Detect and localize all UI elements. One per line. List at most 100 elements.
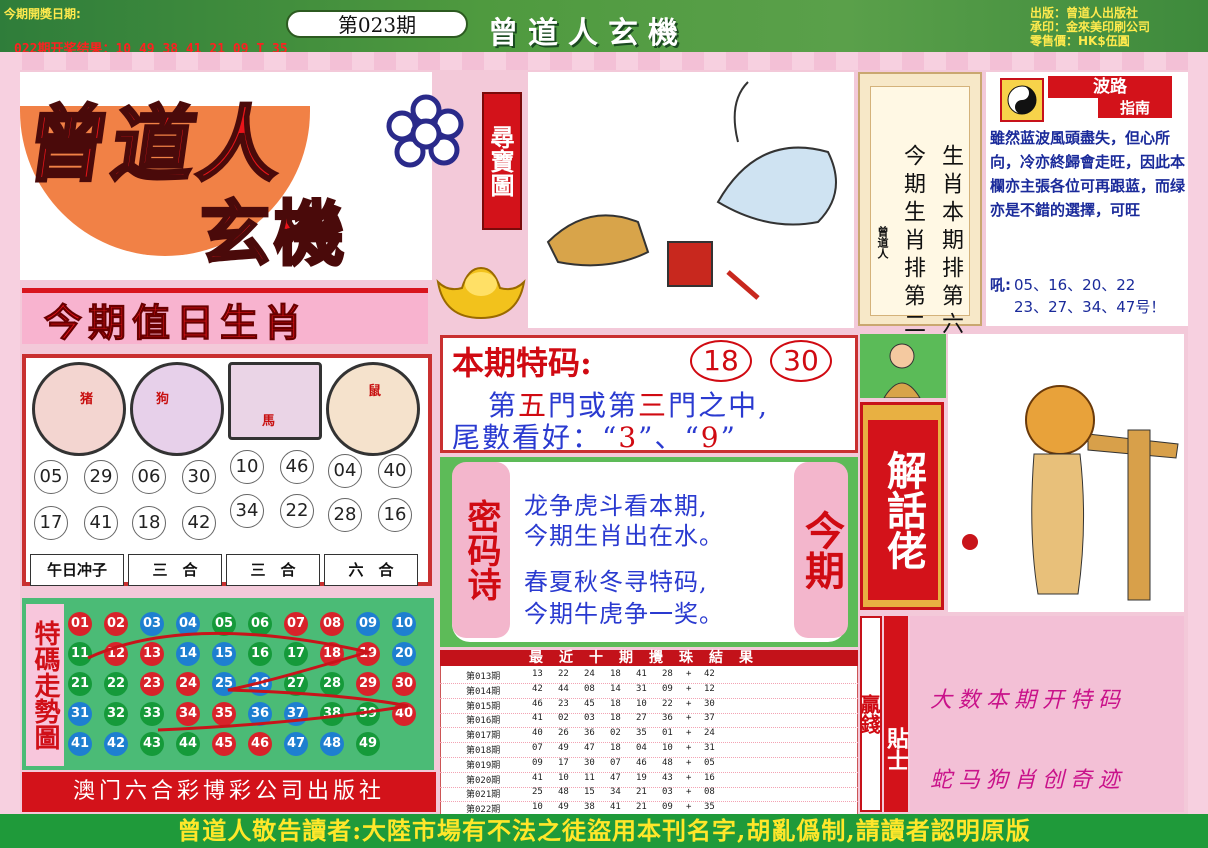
history-issue: 第015期	[466, 701, 501, 712]
zodiac-number: 30	[182, 460, 216, 494]
guide-numbers: 23、27、34、47号！	[1014, 298, 1166, 316]
zodiac-footer: 六 合	[324, 554, 418, 586]
history-value: 09	[532, 757, 543, 768]
history-value: +	[686, 772, 692, 783]
history-issue: 第021期	[466, 790, 501, 801]
issue-number: 第023期	[286, 10, 468, 38]
history-value: 14	[610, 683, 621, 694]
trend-ball: 35	[212, 702, 236, 726]
trend-ball: 38	[320, 702, 344, 726]
history-value: +	[686, 743, 692, 753]
history-value: 18	[610, 743, 621, 753]
pig-icon	[32, 362, 126, 456]
special-number: 30	[770, 340, 832, 382]
history-issue: 第016期	[466, 716, 501, 727]
guide-nums-prefix: 吼:	[990, 276, 1011, 294]
history-value: 07	[610, 757, 621, 768]
man-icon	[860, 334, 946, 399]
history-value: +	[686, 683, 692, 694]
history-value: 03	[662, 787, 673, 798]
zodiac-number: 46	[280, 450, 314, 484]
trend-ball: 07	[284, 612, 308, 636]
history-row: 第021期 25 48 15 34 21 03 +08	[440, 786, 858, 803]
history-value: 21	[636, 787, 647, 798]
special-code-title: 本期特码:	[452, 344, 592, 382]
zodiac-number: 29	[84, 460, 118, 494]
history-issue: 第013期	[466, 672, 501, 682]
trend-ball: 25	[212, 672, 236, 696]
history-value: 34	[610, 787, 621, 798]
hint-text: ”、“	[638, 421, 701, 454]
history-value: +	[686, 802, 692, 813]
history-value: 41	[636, 669, 647, 679]
trend-ball: 47	[284, 732, 308, 756]
zodiac-footer: 午日冲子	[30, 554, 124, 586]
poem-line: 今期牛虎争一奖。	[524, 600, 724, 628]
history-value: 05	[704, 757, 715, 768]
trend-ball: 43	[140, 732, 164, 756]
poem-line: 春夏秋冬寻特码,	[524, 568, 708, 596]
history-value: 17	[558, 757, 569, 768]
trend-ball: 40	[392, 702, 416, 726]
scroll-seal: 曾道人	[876, 226, 889, 259]
trend-ball: 29	[356, 672, 380, 696]
bottom-warning-banner: 曾道人敬告讀者:大陸市場有不法之徒盜用本刊名字,胡亂僞制,請讀者認明原版	[0, 814, 1208, 848]
trend-ball: 46	[248, 732, 272, 756]
trend-ball: 45	[212, 732, 236, 756]
trend-ball: 44	[176, 732, 200, 756]
history-value: 49	[558, 802, 569, 813]
guide-subtitle: 指南	[1098, 98, 1172, 118]
history-value: 02	[558, 713, 569, 724]
hint-highlight: 3	[618, 421, 639, 454]
history-value: 02	[610, 728, 621, 739]
history-value: 48	[662, 757, 673, 768]
trend-ball: 04	[176, 612, 200, 636]
history-value: 18	[610, 713, 621, 724]
hint-text: ”	[720, 421, 737, 454]
zodiac-animal: 猪	[80, 392, 94, 407]
history-value: +	[686, 757, 692, 768]
history-value: 10	[636, 698, 647, 709]
dog-icon	[130, 362, 224, 456]
history-row: 第019期 09 17 30 07 46 48 +05	[440, 757, 858, 773]
poem-line: 今期生肖出在水。	[524, 522, 724, 550]
trend-ball: 13	[140, 642, 164, 666]
history-value: 42	[704, 669, 715, 679]
zodiac-animal: 馬	[262, 414, 276, 429]
trend-ball: 32	[104, 702, 128, 726]
history-value: 18	[610, 669, 621, 679]
trend-ball: 20	[392, 642, 416, 666]
trend-ball: 48	[320, 732, 344, 756]
zodiac-title: 今期值日生肖	[43, 300, 309, 346]
draw-date-label: 今期開獎日期:	[4, 7, 81, 21]
history-value: 09	[662, 683, 673, 694]
history-value: 22	[558, 669, 569, 679]
history-value: 46	[636, 757, 647, 768]
history-value: 41	[532, 772, 543, 783]
hint-highlight: 9	[700, 421, 721, 454]
zodiac-number: 28	[328, 498, 362, 532]
history-value: +	[686, 713, 692, 724]
trend-ball: 08	[320, 612, 344, 636]
publisher-bar: 澳门六合彩博彩公司出版社	[22, 772, 436, 812]
zodiac-number: 22	[280, 494, 314, 528]
history-value: 35	[704, 802, 715, 813]
tips-label: 贏錢	[857, 616, 882, 812]
history-value: 49	[558, 743, 569, 753]
publisher-line: 出版：曾道人出版社	[1030, 6, 1139, 20]
trend-ball: 23	[140, 672, 164, 696]
history-table-title: 最近十期攪珠結果	[440, 650, 858, 666]
history-value: 36	[584, 728, 595, 739]
history-value: 35	[636, 728, 647, 739]
history-value: 44	[558, 683, 569, 694]
yin-yang-icon	[1000, 78, 1044, 122]
dog-rock-illustration	[546, 81, 837, 300]
trend-ball: 17	[284, 642, 308, 666]
zodiac-number: 16	[378, 498, 412, 532]
zodiac-number: 18	[132, 506, 166, 540]
zodiac-number: 41	[84, 506, 118, 540]
history-value: 47	[584, 743, 595, 753]
history-issue: 第020期	[466, 775, 501, 786]
history-value: 43	[662, 772, 673, 783]
trend-ball: 26	[248, 672, 272, 696]
